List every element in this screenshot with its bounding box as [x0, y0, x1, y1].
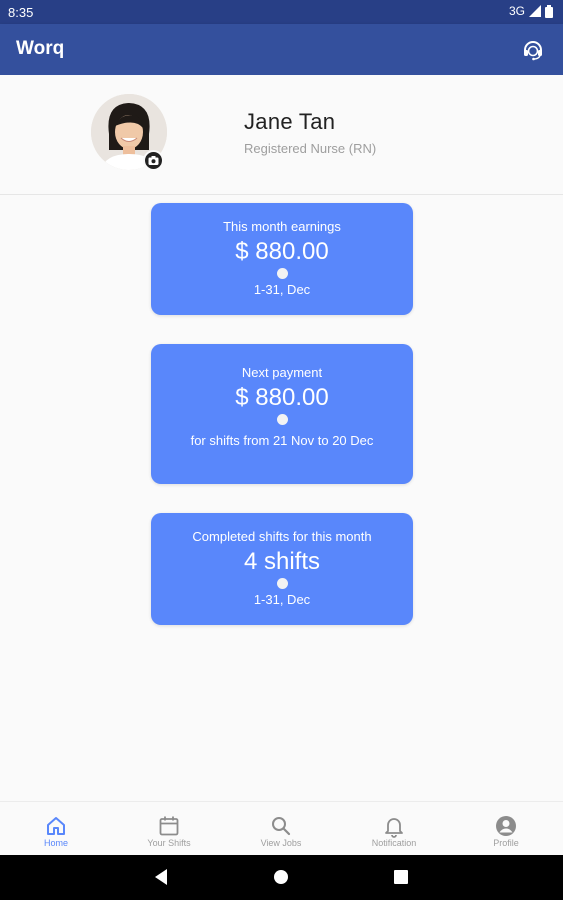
- nav-label: View Jobs: [260, 838, 302, 848]
- card-label: Next payment: [241, 365, 323, 380]
- home-circle-icon[interactable]: [273, 869, 289, 885]
- card-value: $ 880.00: [235, 384, 329, 411]
- nav-notification[interactable]: Notification: [338, 802, 450, 856]
- status-indicators: 3G: [509, 4, 553, 18]
- nav-label: Profile: [493, 838, 519, 848]
- nav-view-jobs[interactable]: View Jobs: [225, 802, 337, 856]
- card-label: This month earnings: [223, 219, 341, 234]
- support-agent-icon: [524, 41, 542, 61]
- back-icon[interactable]: [153, 868, 169, 886]
- nav-home[interactable]: Home: [0, 802, 112, 856]
- card-period: 1-31, Dec: [253, 282, 311, 297]
- user-name: Jane Tan: [244, 109, 336, 134]
- profile-section: Jane Tan Registered Nurse (RN): [0, 75, 563, 195]
- card-label: Completed shifts for this month: [192, 529, 372, 544]
- support-button[interactable]: [521, 38, 545, 62]
- card-value: $ 880.00: [235, 238, 329, 265]
- nav-label: Notification: [371, 838, 417, 848]
- signal-icon: [529, 5, 541, 17]
- card-period: for shifts from 21 Nov to 20 Dec: [190, 433, 374, 448]
- dot-indicator: [276, 578, 288, 589]
- user-role: Registered Nurse (RN): [244, 141, 377, 156]
- camera-icon: [148, 156, 159, 165]
- nav-profile[interactable]: Profile: [450, 802, 562, 856]
- card-value: 4 shifts: [243, 548, 321, 575]
- avatar-edit-button[interactable]: [143, 150, 164, 171]
- home-icon: [47, 817, 65, 835]
- nav-label: Home: [43, 838, 68, 848]
- battery-icon: [545, 4, 553, 18]
- network-type: 3G: [508, 4, 525, 18]
- nav-your-shifts[interactable]: Your Shifts: [113, 802, 225, 856]
- app-title: Worq: [16, 38, 65, 59]
- bottom-nav: Home Your Shifts View Jobs Notification …: [0, 801, 563, 856]
- status-time: 8:35: [8, 5, 34, 20]
- dot-indicator: [276, 268, 288, 279]
- account-circle-icon: [496, 816, 516, 836]
- status-bar: 8:35 3G: [0, 0, 563, 24]
- completed-shifts-card[interactable]: Completed shifts for this month 4 shifts…: [151, 513, 413, 625]
- app-bar: Worq: [0, 24, 563, 75]
- nav-label: Your Shifts: [147, 838, 191, 848]
- dot-indicator: [276, 414, 288, 425]
- calendar-icon: [159, 816, 179, 836]
- bell-icon: [385, 818, 403, 838]
- card-period: 1-31, Dec: [253, 592, 311, 607]
- system-nav-bar: [0, 855, 563, 900]
- next-payment-card[interactable]: Next payment $ 880.00 for shifts from 21…: [151, 344, 413, 484]
- search-icon: [272, 817, 291, 836]
- earnings-card[interactable]: This month earnings $ 880.00 1-31, Dec: [151, 203, 413, 315]
- recents-icon[interactable]: [394, 870, 408, 884]
